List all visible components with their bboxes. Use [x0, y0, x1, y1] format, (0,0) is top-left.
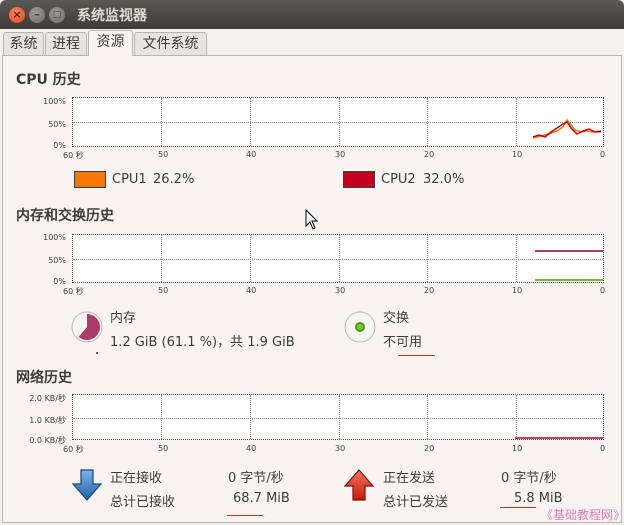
mem-x-label-50: 50: [158, 286, 169, 295]
net-x-label-30: 30: [335, 444, 346, 453]
receiving-label: 正在接收: [110, 471, 163, 486]
swap-label: 交换: [383, 311, 410, 326]
cpu-history-title: CPU 历史: [16, 72, 81, 88]
cpu-x-label-0: 0: [600, 150, 606, 159]
cpu-x-label-60: 60 秒: [63, 151, 84, 160]
minimize-button[interactable]: –: [29, 7, 45, 23]
cpu2-color-button[interactable]: [343, 171, 375, 188]
memory-value: 1.2 GiB (61.1 %)，共 1.9 GiB: [110, 335, 295, 350]
mem-x-label-30: 30: [335, 286, 346, 295]
cpu-y-label-50: 50%: [48, 120, 66, 129]
cpu-plot: [532, 118, 602, 139]
tab-bar: 系统 进程 资源 文件系统: [0, 29, 624, 56]
mem-x-label-40: 40: [246, 286, 257, 295]
cpu2-value: 32.0%: [423, 172, 465, 187]
cpu-y-label-100: 100%: [43, 97, 66, 106]
maximize-button[interactable]: □: [49, 7, 65, 23]
cpu1-value: 26.2%: [153, 172, 195, 187]
network-history-title: 网络历史: [16, 370, 72, 386]
net-x-label-10: 10: [512, 444, 523, 453]
minimize-icon: –: [34, 8, 40, 21]
cpu-x-label-50: 50: [158, 150, 169, 159]
tab-system[interactable]: 系统: [3, 32, 44, 56]
sending-label: 正在发送: [383, 471, 436, 486]
sending-rate: 0 字节/秒: [501, 471, 557, 486]
download-arrow-icon: [71, 469, 103, 501]
receiving-rate: 0 字节/秒: [228, 471, 284, 486]
net-x-label-60: 60 秒: [63, 445, 84, 454]
cpu1-color-button[interactable]: [74, 171, 106, 188]
watermark: 《基础教程网》: [541, 508, 624, 522]
total-received-label: 总计已接收: [110, 495, 176, 510]
memory-pie-icon: [71, 311, 103, 343]
network-plot: [515, 437, 603, 439]
cpu-x-label-30: 30: [335, 150, 346, 159]
maximize-icon: □: [52, 10, 62, 20]
net-x-label-0: 0: [600, 444, 606, 453]
memory-history-title: 内存和交换历史: [16, 208, 114, 224]
memory-label: 内存: [110, 311, 137, 326]
mouse-cursor-icon: [305, 209, 319, 230]
net-y-label-2: 2.0 KB/秒: [29, 394, 66, 403]
mem-y-label-0: 0%: [53, 277, 66, 286]
memory-plot: [535, 250, 603, 281]
upload-arrow-icon: [343, 469, 375, 501]
net-y-label-0: 0.0 KB/秒: [29, 436, 66, 445]
swap-pie-icon: [344, 311, 376, 343]
cpu-x-label-20: 20: [424, 150, 435, 159]
send-color-button[interactable]: [343, 468, 375, 502]
close-icon: ×: [12, 8, 22, 21]
cpu-y-label-0: 0%: [53, 141, 66, 150]
mem-y-label-100: 100%: [43, 233, 66, 242]
net-x-label-20: 20: [424, 444, 435, 453]
close-button[interactable]: ×: [9, 7, 25, 23]
mem-x-label-10: 10: [512, 286, 523, 295]
network-history-graph: [72, 394, 604, 440]
cpu1-label: CPU1: [112, 172, 147, 187]
memory-pie-button[interactable]: [71, 311, 103, 343]
cpu-x-label-10: 10: [512, 150, 523, 159]
window-title: 系统监视器: [77, 8, 147, 24]
net-x-label-40: 40: [246, 444, 257, 453]
swap-value: 不可用: [383, 335, 423, 350]
net-x-label-50: 50: [158, 444, 169, 453]
net-y-label-1: 1.0 KB/秒: [29, 416, 66, 425]
titlebar: × – □ 系统监视器: [0, 0, 624, 29]
total-sent-value: 5.8 MiB: [514, 491, 563, 506]
system-monitor-window: × – □ 系统监视器 系统 进程 资源 文件系统 CPU 历史 100% 50…: [0, 0, 624, 525]
total-sent-label: 总计已发送: [383, 495, 449, 510]
total-received-value: 68.7 MiB: [233, 491, 290, 506]
memory-history-graph: [72, 234, 604, 283]
tab-processes[interactable]: 进程: [45, 32, 87, 56]
cpu-history-graph: [72, 97, 604, 147]
mem-x-label-60: 60 秒: [63, 287, 84, 296]
mem-y-label-50: 50%: [48, 256, 66, 265]
tab-resources[interactable]: 资源: [88, 30, 133, 56]
swap-pie-button[interactable]: [344, 311, 376, 343]
receive-color-button[interactable]: [71, 468, 103, 502]
mem-x-label-0: 0: [600, 286, 606, 295]
cpu-x-label-40: 40: [246, 150, 257, 159]
mem-x-label-20: 20: [424, 286, 435, 295]
tab-filesystems[interactable]: 文件系统: [134, 32, 207, 56]
cpu2-label: CPU2: [381, 172, 416, 187]
